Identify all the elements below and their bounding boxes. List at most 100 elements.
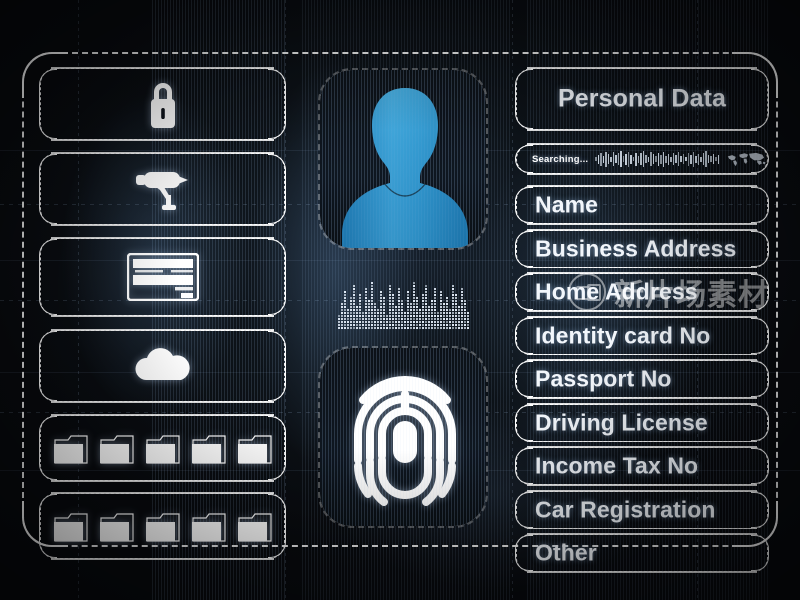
equalizer-segment [418,321,421,323]
equalizer-segment [397,291,400,293]
waveform-bar [672,153,675,165]
equalizer-segment [370,285,373,287]
equalizer-segment [358,300,361,302]
sidebar-item-folders-row-1[interactable] [39,414,286,482]
pill-edge-bottom [527,571,757,573]
equalizer-segment [412,282,415,284]
equalizer-segment [391,306,394,308]
equalizer-segment [391,312,394,314]
equalizer-segment [352,315,355,317]
personal-data-field-passport-no[interactable]: Passport No [515,359,769,399]
equalizer-segment [364,288,367,290]
equalizer-segment [439,300,442,302]
equalizer-segment [409,309,412,311]
equalizer-segment [454,312,457,314]
equalizer-segment [382,321,385,323]
equalizer-segment [382,300,385,302]
sidebar-item-credit-card[interactable] [39,237,286,317]
equalizer-segment [355,327,358,329]
waveform-bar [625,153,627,165]
equalizer-segment [433,297,436,299]
equalizer-segment [406,309,409,311]
personal-data-panel: Personal Data Searching... Name Business… [515,67,769,573]
equalizer-segment [370,306,373,308]
equalizer-segment [457,306,460,308]
equalizer-segment [379,318,382,320]
equalizer-segment [439,312,442,314]
equalizer-segment [430,318,433,320]
equalizer-segment [343,300,346,302]
equalizer-segment [433,324,436,326]
folder-icon[interactable] [99,433,135,464]
credit-card-icon [126,253,199,301]
sidebar-item-padlock[interactable] [39,67,286,141]
folder-icon[interactable] [99,511,135,542]
personal-data-field-driving-license[interactable]: Driving License [515,402,769,443]
equalizer-segment [412,315,415,317]
equalizer-segment [352,324,355,326]
equalizer-segment [412,312,415,314]
folder-icon[interactable] [191,433,227,464]
equalizer-segment [358,303,361,305]
equalizer-segment [376,312,379,314]
waveform-bar [690,154,692,164]
personal-data-field-name[interactable]: Name [515,185,769,225]
equalizer-segment [352,285,355,287]
equalizer-segment [370,288,373,290]
equalizer-segment [424,318,427,320]
sidebar-item-cloud[interactable] [39,329,286,403]
sidebar-item-folders-row-2[interactable] [39,492,286,560]
equalizer-segment [385,324,388,326]
equalizer-segment [349,318,352,320]
pill-edge-bottom [527,223,757,225]
folder-icon[interactable] [191,511,227,542]
waveform-bar [707,155,710,163]
equalizer-column [388,285,391,329]
equalizer-column [391,294,394,329]
folder-icon[interactable] [237,433,273,464]
waveform-bar [700,156,702,162]
equalizer-segment [379,300,382,302]
personal-data-field-car-registration[interactable]: Car Registration [515,489,769,530]
equalizer-column [454,294,457,329]
equalizer-segment [379,309,382,311]
pill-edge-bottom [527,266,757,269]
personal-data-field-identity-card-no[interactable]: Identity card No [515,315,769,356]
equalizer-segment [415,297,418,299]
equalizer-segment [379,321,382,323]
equalizer-segment [388,318,391,320]
equalizer-segment [448,309,451,311]
equalizer-segment [400,327,403,329]
folder-icon[interactable] [53,511,89,542]
equalizer-column [442,303,445,329]
equalizer-segment [376,324,379,326]
personal-data-field-home-address[interactable]: Home Address [515,272,769,312]
equalizer-segment [421,312,424,314]
folder-icon[interactable] [53,433,89,464]
equalizer-segment [460,288,463,290]
equalizer-segment [355,312,358,314]
personal-data-field-income-tax-no[interactable]: Income Tax No [515,446,769,486]
pill-edge-bottom [51,139,274,141]
personal-data-field-other[interactable]: Other [515,533,769,573]
folder-icon[interactable] [145,433,181,464]
equalizer-segment [373,318,376,320]
sidebar-item-cctv-camera[interactable] [39,152,286,226]
waveform-bar [657,152,660,166]
status-badge-searching: Searching... [515,143,769,175]
equalizer-column [424,285,427,329]
folder-icon[interactable] [237,511,273,542]
equalizer-segment [355,309,358,311]
equalizer-column [370,282,373,329]
equalizer-segment [406,300,409,302]
pill-edge-bottom [51,224,274,226]
equalizer-segment [442,327,445,329]
equalizer-column [361,312,364,329]
avatar-scan-frame[interactable] [318,68,488,250]
folder-icon[interactable] [145,511,181,542]
equalizer-segment [400,321,403,323]
fingerprint-scan-frame[interactable] [318,346,488,528]
equalizer-segment [451,312,454,314]
equalizer-segment [457,315,460,317]
personal-data-field-business-address[interactable]: Business Address [515,228,769,269]
